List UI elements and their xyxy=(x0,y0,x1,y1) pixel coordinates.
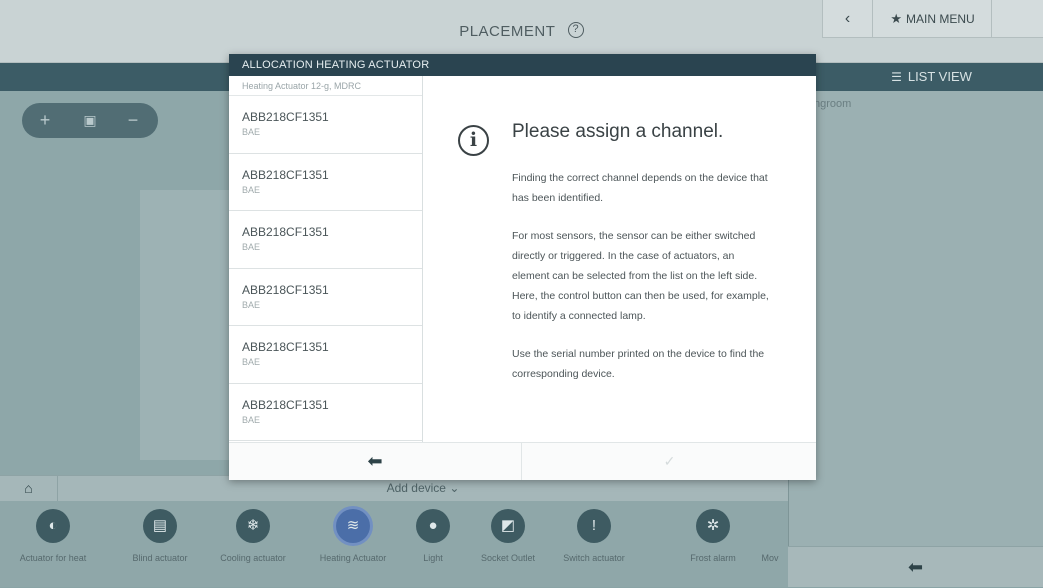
channel-sub: BAE xyxy=(242,184,261,195)
channel-list[interactable]: Heating Actuator 12-g, MDRC ABB218CF1351… xyxy=(229,76,423,442)
device-label: Blind actuator xyxy=(132,553,188,563)
right-panel xyxy=(788,91,1043,546)
channel-sub: BAE xyxy=(242,414,261,425)
list-item[interactable]: ABB218CF1351 BAE xyxy=(229,384,422,441)
page-title-text: PLACEMENT xyxy=(459,23,556,40)
instruction-paragraph: For most sensors, the sensor can be eith… xyxy=(512,230,769,322)
main-menu-button[interactable]: ★ MAIN MENU xyxy=(874,0,992,38)
device-label: Heating Actuator xyxy=(319,553,387,563)
channel-name: ABB218CF1351 xyxy=(242,225,329,239)
bulb-icon: ● xyxy=(416,509,450,543)
star-icon: ★ xyxy=(890,11,902,26)
heating-icon: ≋ xyxy=(336,509,370,543)
instruction-paragraph: Finding the correct channel depends on t… xyxy=(512,172,768,204)
device-label: Mov xyxy=(761,553,779,563)
instruction-paragraph: Use the serial number printed on the dev… xyxy=(512,348,765,380)
device-motion[interactable]: Mov xyxy=(755,505,785,585)
channel-name: ABB218CF1351 xyxy=(242,340,329,354)
list-item[interactable]: ABB218CF1351 BAE xyxy=(229,326,422,384)
channel-name: ABB218CF1351 xyxy=(242,397,329,412)
device-frost-alarm[interactable]: ✲ Frost alarm xyxy=(668,505,758,585)
channel-name: ABB218CF1351 xyxy=(242,167,329,182)
socket-icon: ◩ xyxy=(491,509,525,543)
device-label: Cooling actuator xyxy=(220,553,286,563)
list-item[interactable]: ABB218CF1351 BAE xyxy=(229,154,422,211)
home-icon[interactable]: ⌂ xyxy=(0,475,58,501)
list-item[interactable]: ABB218CF1351 BAE xyxy=(229,211,422,269)
assign-instructions: Finding the correct channel depends on t… xyxy=(512,168,774,402)
channel-list-header: Heating Actuator 12-g, MDRC xyxy=(229,76,422,96)
modal-back-button[interactable]: ⬅ xyxy=(229,442,522,480)
channel-sub: BAE xyxy=(242,357,261,367)
modal-confirm-button[interactable]: ✓ xyxy=(523,442,816,480)
assign-title: Please assign a channel. xyxy=(512,121,724,142)
device-label: Frost alarm xyxy=(690,553,736,563)
list-view-label: LIST VIEW xyxy=(907,69,972,84)
channel-sub: BAE xyxy=(242,127,261,137)
main-menu-label: MAIN MENU xyxy=(905,12,975,26)
room-label: ngroom xyxy=(814,98,852,110)
help-icon[interactable]: ? xyxy=(567,22,584,39)
device-switch-actuator[interactable]: ! Switch actuator xyxy=(549,505,639,585)
switch-icon: ! xyxy=(577,509,611,543)
list-item[interactable]: ABB218CF1351 BAE xyxy=(229,269,422,326)
blind-icon: ▤ xyxy=(143,509,177,543)
modal-title: ALLOCATION HEATING ACTUATOR xyxy=(229,54,816,76)
frost-icon: ✲ xyxy=(696,509,730,543)
device-blind-actuator[interactable]: ▤ Blind actuator xyxy=(115,505,205,585)
device-label: Socket Outlet xyxy=(480,553,536,563)
channel-sub: BAE xyxy=(242,242,261,252)
snowflake-icon: ❄ xyxy=(236,509,270,543)
device-socket-outlet[interactable]: ◩ Socket Outlet xyxy=(463,505,553,585)
channel-name: ABB218CF1351 xyxy=(242,282,329,297)
channel-name: ABB218CF1351 xyxy=(242,110,329,124)
zoom-out-button[interactable]: − xyxy=(118,103,148,138)
motion-icon xyxy=(755,505,785,543)
channel-sub: BAE xyxy=(242,299,261,310)
actuator-heat-icon: ◐ xyxy=(36,509,70,543)
device-actuator-for-heat[interactable]: ◐ Actuator for heat xyxy=(8,505,98,585)
info-icon: i xyxy=(458,125,489,156)
device-label: Switch actuator xyxy=(563,553,625,563)
right-panel-back-button[interactable]: ⬅ xyxy=(788,546,1043,587)
device-heating-actuator[interactable]: ≋ Heating Actuator xyxy=(308,505,398,585)
list-view-button[interactable]: ☰ LIST VIEW xyxy=(820,63,1043,91)
list-icon: ☰ xyxy=(891,70,902,84)
back-button[interactable]: ‹ xyxy=(823,0,873,38)
zoom-in-button[interactable]: + xyxy=(30,103,60,138)
device-cooling-actuator[interactable]: ❄ Cooling actuator xyxy=(208,505,298,585)
zoom-fit-button[interactable]: ▣ xyxy=(75,103,105,138)
device-label: Actuator for heat xyxy=(19,553,87,563)
list-item[interactable]: ABB218CF1351 BAE xyxy=(229,96,422,154)
